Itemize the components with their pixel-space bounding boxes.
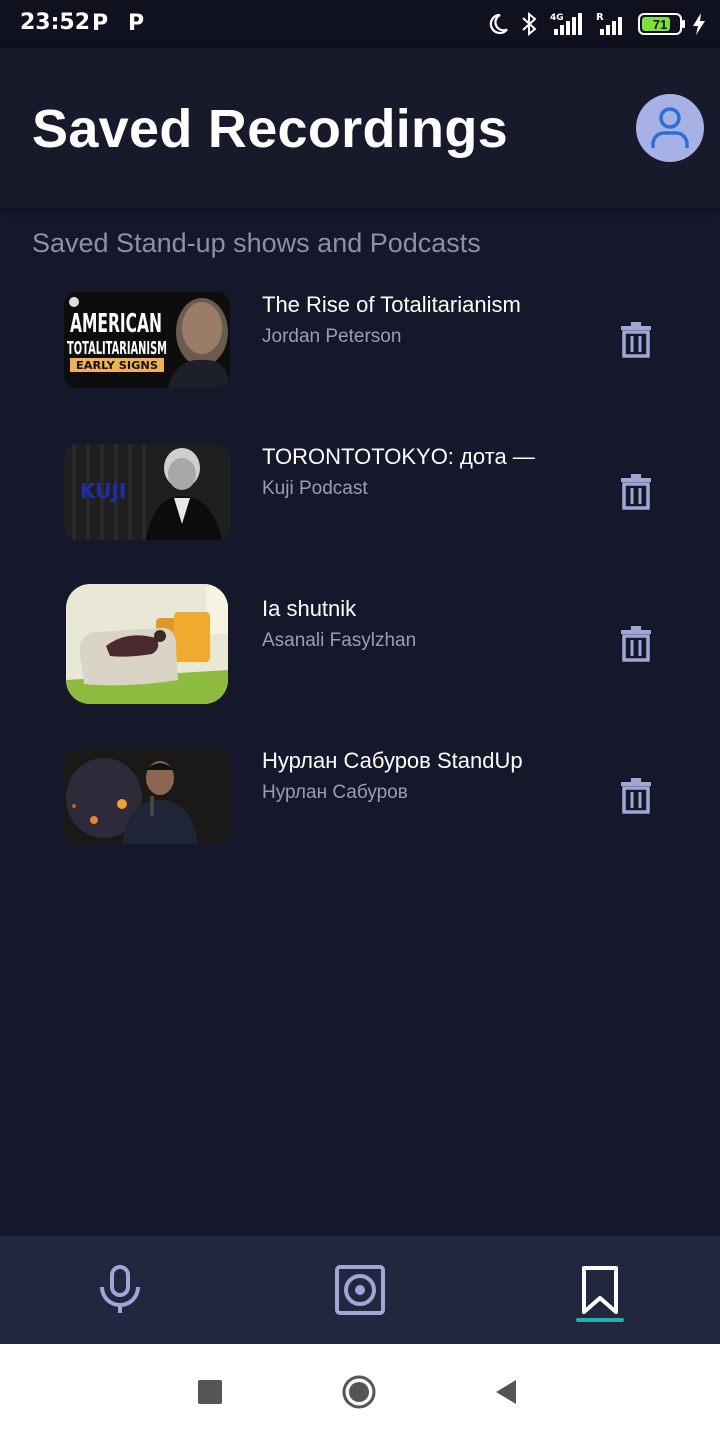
microphone-icon — [100, 1265, 140, 1313]
home-circle-icon[interactable] — [341, 1374, 377, 1410]
user-icon — [651, 107, 689, 148]
recording-thumbnail — [66, 584, 228, 704]
bookmark-icon — [582, 1266, 618, 1314]
trash-icon — [621, 778, 651, 814]
recording-title: The Rise of Totalitarianism — [262, 292, 521, 317]
status-time: 23:52 — [20, 10, 91, 35]
recents-square-icon[interactable] — [198, 1380, 222, 1404]
recording-author: Jordan Peterson — [262, 326, 402, 347]
charging-icon — [693, 13, 705, 35]
recording-title: Нурлан Сабуров StandUp — [262, 748, 523, 773]
nav-recordings-button[interactable] — [300, 1236, 420, 1344]
parking-app-icon: P — [128, 11, 145, 36]
trash-icon — [621, 626, 651, 662]
recording-author: Kuji Podcast — [262, 478, 368, 499]
battery-level: 71 — [652, 16, 668, 32]
recording-item[interactable]: AMERICAN TOTALITARIANISM EARLY SIGNS The… — [0, 280, 720, 400]
recordings-disc-icon — [335, 1265, 385, 1315]
delete-button[interactable] — [614, 622, 658, 666]
nav-saved-button[interactable] — [540, 1236, 660, 1344]
profile-avatar-button[interactable] — [636, 94, 704, 162]
recording-thumbnail: AMERICAN TOTALITARIANISM EARLY SIGNS — [64, 292, 230, 388]
recording-title: Ia shutnik — [262, 596, 357, 621]
recording-thumbnail — [64, 748, 230, 844]
active-tab-indicator — [576, 1318, 624, 1322]
signal-4g-icon: 4G — [550, 13, 582, 35]
delete-button[interactable] — [614, 318, 658, 362]
thumb-text: EARLY SIGNS — [76, 359, 158, 372]
bottom-nav — [0, 1236, 720, 1344]
recording-thumbnail: KUJI — [64, 444, 230, 540]
status-icons: 4G R 71 — [486, 10, 706, 38]
bluetooth-icon — [522, 11, 537, 37]
parking-app-icon: P — [92, 11, 109, 36]
moon-icon — [489, 13, 508, 35]
thumb-text: KUJI — [80, 479, 126, 503]
back-triangle-icon[interactable] — [494, 1379, 518, 1405]
svg-text:R: R — [596, 12, 604, 23]
page-title: Saved Recordings — [32, 99, 508, 159]
delete-button[interactable] — [614, 470, 658, 514]
thumb-text: TOTALITARIANISM — [67, 338, 167, 359]
section-label: Saved Stand-up shows and Podcasts — [32, 228, 481, 258]
recording-author: Нурлан Сабуров — [262, 782, 408, 803]
status-bar: 23:52 P P 4G R 71 — [0, 0, 720, 48]
system-nav-bar — [0, 1344, 720, 1440]
battery-icon: 71 — [638, 13, 685, 35]
recording-item[interactable]: Нурлан Сабуров StandUp Нурлан Сабуров — [0, 736, 720, 856]
trash-icon — [621, 322, 651, 358]
svg-text:4G: 4G — [550, 13, 564, 23]
recording-title: TORONTOTOKYO: дота — — [262, 444, 535, 469]
recording-item[interactable]: Ia shutnik Asanali Fasylzhan — [0, 584, 720, 704]
nav-record-button[interactable] — [60, 1236, 180, 1344]
signal-r-icon: R — [596, 12, 622, 35]
trash-icon — [621, 474, 651, 510]
recording-author: Asanali Fasylzhan — [262, 630, 417, 651]
thumb-text: AMERICAN — [70, 309, 162, 339]
recording-item[interactable]: KUJI TORONTOTOKYO: дота — Kuji Podcast — [0, 432, 720, 552]
delete-button[interactable] — [614, 774, 658, 818]
app-header: Saved Recordings — [0, 48, 720, 208]
